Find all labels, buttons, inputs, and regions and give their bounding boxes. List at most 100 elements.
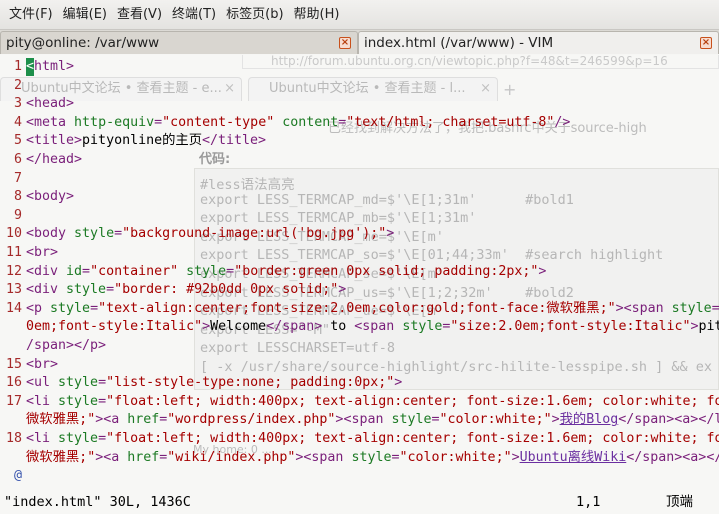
line-number: 16 [5,375,22,391]
code-token: <span [343,412,392,428]
code-token: "text-align:center;font-size:2.0em;color… [98,300,616,316]
code-token: "wordpress/index.php" [167,412,336,428]
code-token: content [282,114,339,130]
code-token: pityonline的主页 [82,133,202,149]
code-token: <body> [26,189,75,205]
code-token: <span [303,449,352,465]
menu-bar: 文件(F) 编辑(E) 查看(V) 终端(T) 标签页(b) 帮助(H) [0,0,719,30]
code-token: 微软雅黑;" [26,412,96,428]
code-token: "border: #92b0dd 0px solid;" [114,282,339,298]
code-token: <span [354,319,403,335]
code-token: http-equiv [74,114,155,130]
code-token: <p [26,300,51,316]
code-token: </span> [618,412,675,428]
code-token: > [538,263,547,279]
code-line: /span></p> [0,337,719,355]
code-token: <div [26,263,67,279]
code-token: href [127,449,160,465]
code-token: style [58,431,99,446]
code-line: 8 <body> [0,188,719,206]
code-token: style [402,319,443,335]
code-token: <a [103,412,128,428]
code-line: 10 <body style="background-image:url('bg.… [0,225,719,243]
code-line: 7 [0,170,719,188]
line-number: 10 [5,226,22,242]
code-token: > [615,300,624,316]
code-line: 0em;font-style:Italic">Welcome</span> to… [0,318,719,336]
line-number: 5 [13,133,22,149]
code-token: = [98,431,107,446]
terminal-tab-shell[interactable]: pity@online: /var/www × [0,31,358,54]
code-token: "float:left; width:400px; text-align:cen… [106,393,719,409]
close-icon[interactable]: × [700,37,712,49]
code-token: = [90,300,99,316]
vim-status-line: "index.html" 30L, 1436C 1,1 顶端 [0,491,719,514]
code-token: style [66,282,107,298]
code-line: 17 <li style="float:left; width:400px; te… [0,393,719,411]
code-token: = [154,114,163,130]
code-token: Welcome [210,319,267,335]
code-token: 微软雅黑;" [26,449,96,465]
menu-file[interactable]: 文件(F) [4,0,58,30]
code-token: <a [103,449,128,465]
code-token: "size:2.0em;font-style:Italic" [450,319,691,335]
line-number: @ [13,468,22,484]
status-cursor-position: 1,1 [576,494,601,510]
menu-tabs[interactable]: 标签页(b) [221,0,288,30]
code-token: <br> [26,245,59,260]
code-token: href [127,412,160,428]
code-token: id [66,263,83,279]
code-token: = [226,263,235,279]
code-token: "color:white;" [439,412,552,428]
code-token: "list-style-type:none; padding:0px;" [106,375,395,391]
code-token: = [711,300,719,316]
code-token: <div [26,282,67,298]
code-line: 5 <title>pityonline的主页</title> [0,132,719,150]
text-cursor: < [26,58,35,76]
code-token: = [114,226,123,242]
code-token: style [58,393,99,409]
vim-editor[interactable]: http://forum.ubuntu.org.cn/viewtopic.php… [0,55,719,491]
line-number: 3 [13,96,22,112]
code-token: <a> [682,449,707,465]
code-token: <ul [26,375,59,391]
code-token: > [202,319,211,335]
code-token: "container" [90,263,179,279]
code-token: style [50,300,91,316]
code-token: <br> [26,356,59,372]
code-token: </li> [698,412,719,428]
terminal-tab-vim[interactable]: index.html (/var/www) - VIM × [358,31,719,54]
menu-terminal[interactable]: 终端(T) [167,0,221,30]
status-scroll-position: 顶端 [666,494,693,510]
code-token: style [671,300,712,316]
code-token: style [391,412,432,428]
code-token: <body [26,226,75,242]
code-token: > [551,412,560,428]
close-icon[interactable]: × [339,37,351,49]
line-number: 6 [13,152,22,167]
code-token: = [98,393,107,409]
terminal-tab-label: index.html (/var/www) - VIM [364,35,554,51]
code-token: 0em;font-style:Italic" [26,319,203,335]
menu-edit[interactable]: 编辑(E) [58,0,112,30]
code-token: "float:left; width:400px; text-align:cen… [106,431,719,446]
code-line: 微软雅黑;"><a href="wiki/index.php"><span st… [0,449,719,467]
line-number: 11 [5,245,22,260]
code-token: style [74,226,115,242]
menu-view[interactable]: 查看(V) [112,0,167,30]
code-token: "background-image:url('bg.jpg');" [122,226,387,242]
line-number: 18 [5,431,22,446]
code-line: 16 <ul style="list-style-type:none; paddi… [0,374,719,392]
code-line: 2 [0,77,719,95]
code-token: <a> [674,412,699,428]
line-number: 1 [13,59,22,74]
code-token: "border:green 0px solid; padding:2px;" [234,263,539,279]
code-token: "wiki/index.php" [167,449,296,465]
code-line: 9 [0,207,719,225]
code-token: = [106,282,115,298]
code-token: "color:white;" [399,449,512,465]
menu-help[interactable]: 帮助(H) [289,0,345,30]
code-token: = [391,449,400,465]
line-number: 15 [5,356,22,372]
code-line: 13 <div style="border: #92b0dd 0px solid;… [0,281,719,299]
